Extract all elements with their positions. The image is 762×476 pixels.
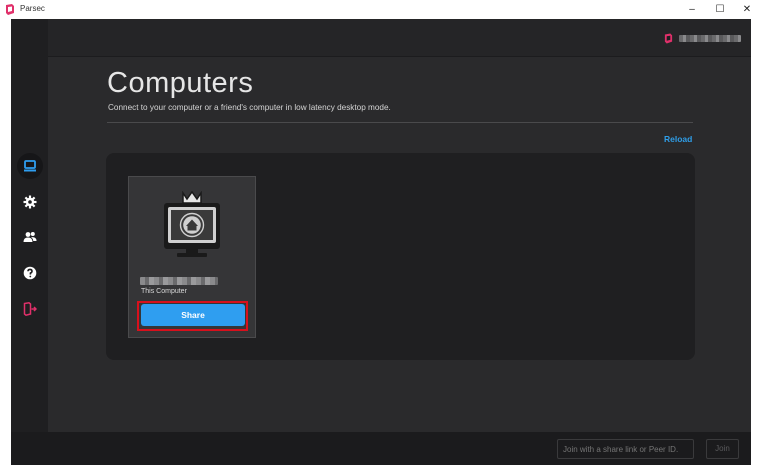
maximize-button[interactable]: ☐ xyxy=(708,2,732,17)
top-bar xyxy=(48,19,751,57)
close-button[interactable]: ✕ xyxy=(735,2,759,17)
help-icon xyxy=(23,266,37,280)
join-input[interactable] xyxy=(557,439,694,459)
join-button[interactable]: Join xyxy=(706,439,739,459)
user-name-redacted xyxy=(679,34,741,42)
sidebar-item-help[interactable] xyxy=(17,260,43,286)
sidebar-item-logout[interactable] xyxy=(17,296,43,322)
bottom-bar: Join xyxy=(11,432,751,465)
reload-link[interactable]: Reload xyxy=(664,134,692,144)
home-monitor-icon xyxy=(164,191,220,257)
logout-icon xyxy=(23,302,37,316)
app-window: Computers Connect to your computer or a … xyxy=(11,19,751,465)
page-title: Computers xyxy=(107,67,254,99)
computer-card: This Computer Share xyxy=(128,176,256,338)
user-avatar-icon xyxy=(664,33,673,43)
user-account[interactable] xyxy=(664,32,741,44)
window-title: Parsec xyxy=(20,4,45,13)
sidebar-item-computers[interactable] xyxy=(17,153,43,179)
gear-icon xyxy=(23,195,37,209)
sidebar-item-friends[interactable] xyxy=(17,224,43,250)
computer-name-redacted xyxy=(140,277,218,285)
users-icon xyxy=(23,232,37,242)
computer-label: This Computer xyxy=(141,288,187,295)
sidebar xyxy=(11,19,48,465)
page-subtitle: Connect to your computer or a friend's c… xyxy=(108,103,391,112)
divider xyxy=(107,122,693,123)
computer-icon xyxy=(24,160,36,172)
window-titlebar: Parsec – ☐ ✕ xyxy=(0,0,762,19)
sidebar-item-settings[interactable] xyxy=(17,189,43,215)
share-button[interactable]: Share xyxy=(141,304,245,326)
parsec-logo-icon xyxy=(6,4,14,15)
minimize-button[interactable]: – xyxy=(680,2,704,17)
